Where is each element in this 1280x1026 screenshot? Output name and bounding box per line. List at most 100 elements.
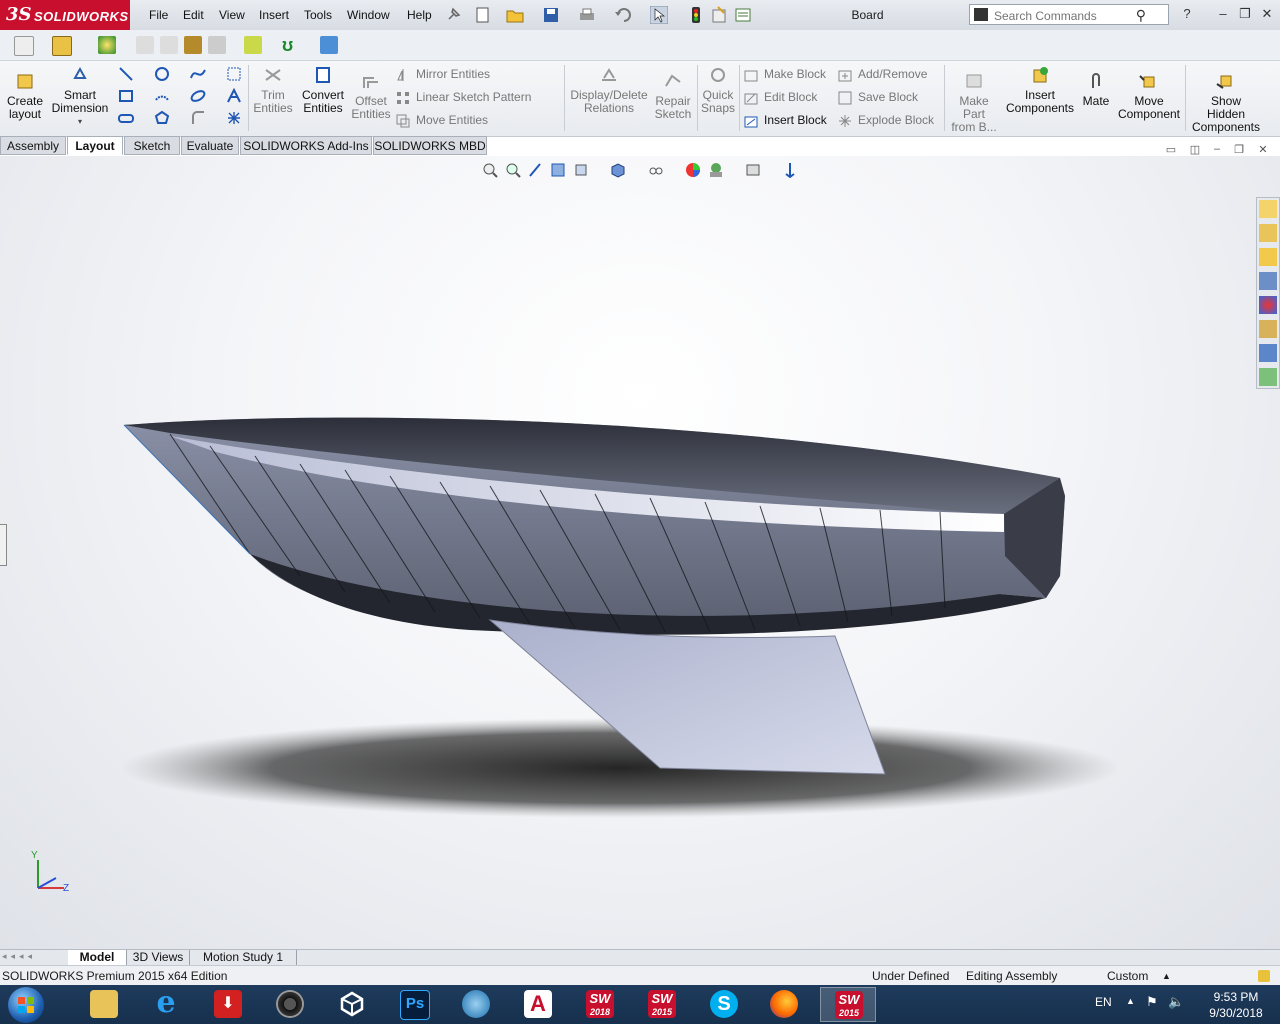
make-part-from-block-button[interactable]: Make Part from B... (948, 72, 1000, 134)
taskbar-camera[interactable] (262, 987, 318, 1022)
volume-icon[interactable]: 🔈 (1168, 994, 1184, 1010)
view-palette-icon[interactable] (1259, 272, 1277, 290)
rebuild-traffic-light-icon[interactable] (687, 6, 705, 24)
previous-view-icon[interactable] (528, 162, 544, 178)
arc-tool-icon[interactable] (154, 88, 170, 104)
toolbox-icon[interactable] (184, 36, 202, 54)
save-block-button[interactable]: Save Block (838, 87, 918, 107)
edit-block-button[interactable]: Edit Block (744, 87, 817, 107)
taskbar-solidworks-2015-b[interactable]: SW 2015 (820, 987, 876, 1022)
smart-fastener-icon[interactable] (160, 36, 178, 54)
feature-manager-flyout-handle[interactable] (0, 524, 7, 566)
repair-sketch-button[interactable]: Repair Sketch (652, 72, 694, 121)
explode-block-button[interactable]: Explode Block (838, 110, 934, 130)
forum-icon[interactable] (1259, 344, 1277, 362)
solidworks-logo[interactable]: 3S SOLIDWORKS (0, 0, 130, 30)
solidworks-resources-icon[interactable] (1259, 200, 1277, 218)
tab-scroll-arrows-icon[interactable]: ◂◂◂◂ (2, 951, 66, 964)
taskbar-internet-explorer[interactable]: e (138, 987, 194, 1022)
smart-dimension-button[interactable]: Smart Dimension ▾ (50, 66, 110, 128)
file-properties-icon[interactable] (710, 6, 728, 24)
tab-3d-views[interactable]: 3D Views (127, 950, 190, 965)
open-folder-icon[interactable] (506, 6, 524, 24)
section-view-icon[interactable] (550, 162, 566, 178)
custom-properties-icon[interactable] (1259, 320, 1277, 338)
trim-entities-button[interactable]: Trim Entities (252, 66, 294, 115)
rebuild-status-icon[interactable] (1258, 970, 1270, 982)
make-block-button[interactable]: Make Block (744, 64, 826, 84)
new-document-icon[interactable] (474, 6, 492, 24)
tab-layout[interactable]: Layout (67, 136, 123, 155)
polygon-tool-icon[interactable] (154, 110, 170, 126)
create-layout-button[interactable]: Create layout (4, 72, 46, 121)
display-delete-relations-button[interactable]: Display/Delete Relations (570, 66, 648, 115)
menu-view[interactable]: View (219, 8, 245, 22)
sketch-fillet-tool-icon[interactable] (190, 110, 206, 126)
start-button[interactable] (8, 987, 44, 1023)
taskbar-file-explorer[interactable] (76, 987, 132, 1022)
status-units[interactable]: Custom (1107, 966, 1148, 986)
insert-block-button[interactable]: Insert Block (744, 110, 827, 130)
ellipse-tool-icon[interactable] (190, 88, 206, 104)
sketch-text-icon[interactable] (226, 87, 242, 104)
taskbar-skype[interactable]: S (696, 987, 752, 1022)
menu-file[interactable]: File (149, 8, 168, 22)
add-remove-button[interactable]: Add/Remove (838, 64, 927, 84)
mirror-entities-button[interactable]: Mirror Entities (396, 64, 490, 84)
show-hidden-components-button[interactable]: Show Hidden Components (1190, 72, 1262, 134)
save-icon[interactable] (542, 6, 560, 24)
centerline-grid-icon[interactable] (226, 66, 242, 82)
clock-date[interactable]: 9/30/2018 (1200, 1006, 1272, 1020)
spline-tool-icon[interactable] (190, 66, 206, 82)
units-chevron-up-icon[interactable]: ▲ (1162, 966, 1171, 986)
viewport-minimize-icon[interactable]: – (1210, 143, 1224, 157)
select-arrow-icon[interactable] (649, 5, 669, 25)
instant3d-icon[interactable] (320, 36, 338, 54)
restore-icon[interactable]: ❐ (1236, 6, 1254, 22)
move-component-button[interactable]: Move Component (1116, 72, 1182, 121)
pin-icon[interactable] (446, 6, 464, 24)
taskbar-globe-app[interactable] (448, 987, 504, 1022)
view-settings-icon[interactable] (745, 162, 761, 178)
file-explorer-icon[interactable] (1259, 248, 1277, 266)
rotate-view-icon[interactable] (782, 162, 798, 179)
tile-vertical-icon[interactable]: ◫ (1188, 143, 1202, 157)
zoom-to-area-icon[interactable] (505, 162, 521, 178)
taskbar-autocad[interactable]: A (510, 987, 566, 1022)
insert-components-button[interactable]: Insert Components (1004, 66, 1076, 115)
circle-tool-icon[interactable] (154, 66, 170, 82)
viewport-close-icon[interactable]: ✕ (1256, 143, 1270, 157)
view-orientation-icon[interactable] (610, 162, 626, 178)
tab-model[interactable]: Model (68, 950, 127, 965)
taskbar-photoshop[interactable]: Ps (386, 987, 442, 1022)
search-icon[interactable]: ⚲ (1136, 7, 1146, 24)
convert-entities-button[interactable]: Convert Entities (300, 66, 346, 115)
insert-part-icon[interactable] (98, 36, 116, 54)
clock-time[interactable]: 9:53 PM (1206, 990, 1266, 1004)
slot-tool-icon[interactable] (118, 110, 134, 126)
appearances-icon[interactable] (1259, 296, 1277, 314)
zoom-to-fit-icon[interactable] (482, 162, 498, 178)
tab-solidworks-addins[interactable]: SOLIDWORKS Add-Ins (240, 136, 372, 155)
display-style-icon[interactable] (648, 162, 664, 178)
tab-evaluate[interactable]: Evaluate (181, 136, 239, 155)
move-entities-button[interactable]: Move Entities (396, 110, 488, 130)
show-hidden-icons-chevron-icon[interactable]: ▲ (1126, 996, 1135, 1006)
hole-series-icon[interactable] (136, 36, 154, 54)
sketch-fillet-icon[interactable] (244, 36, 262, 54)
menu-window[interactable]: Window (347, 8, 390, 22)
linear-sketch-pattern-button[interactable]: Linear Sketch Pattern (396, 87, 531, 107)
tab-solidworks-mbd[interactable]: SOLIDWORKS MBD (373, 136, 487, 155)
taskbar-firefox[interactable] (756, 987, 812, 1022)
line-tool-icon[interactable] (118, 66, 134, 82)
rectangle-tool-icon[interactable] (118, 88, 134, 104)
mate-button[interactable]: Mate (1078, 72, 1114, 108)
pattern-icon[interactable] (208, 36, 226, 54)
solidworks-forum-icon[interactable] (1259, 368, 1277, 386)
menu-edit[interactable]: Edit (183, 8, 204, 22)
tab-sketch[interactable]: Sketch (124, 136, 180, 155)
menu-insert[interactable]: Insert (259, 8, 289, 22)
menu-tools[interactable]: Tools (304, 8, 332, 22)
taskbar-unity[interactable] (324, 987, 380, 1022)
design-library-icon[interactable] (1259, 224, 1277, 242)
